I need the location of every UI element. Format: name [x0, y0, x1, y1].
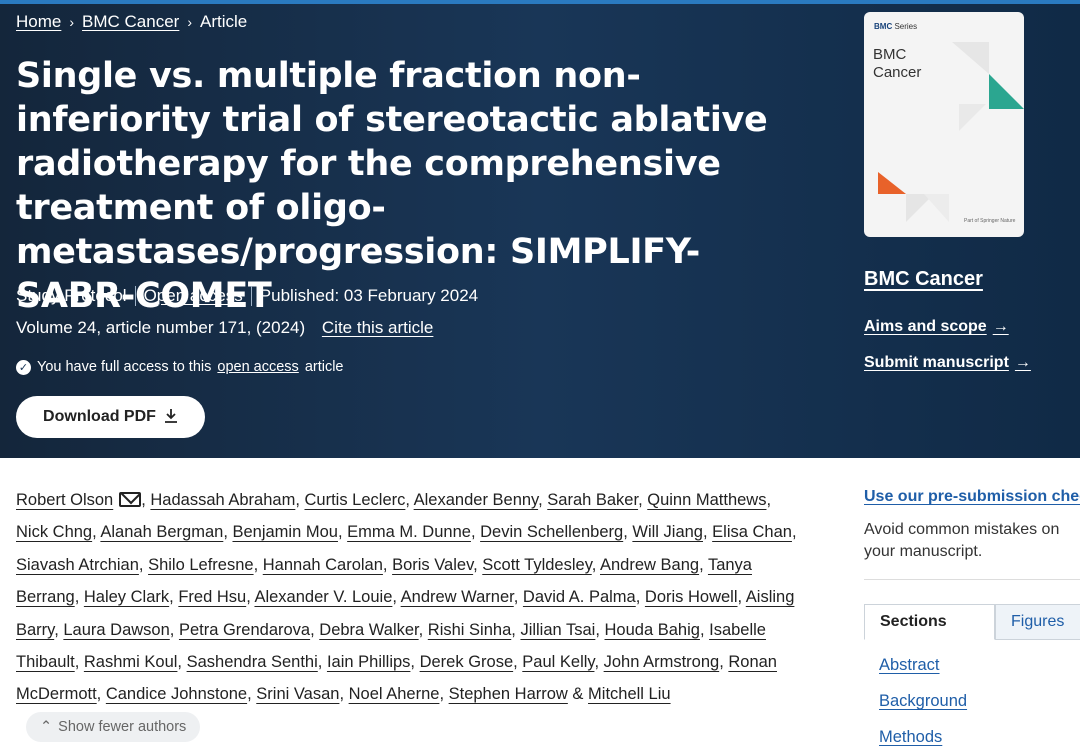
divider [864, 579, 1080, 580]
article-type: Study Protocol [16, 286, 127, 305]
author-link[interactable]: Hannah Carolan [263, 556, 383, 574]
divider [134, 286, 136, 306]
author-link[interactable]: Paul Kelly [522, 653, 594, 671]
author-link[interactable]: Siavash Atrchian [16, 556, 139, 574]
author-link[interactable]: Petra Grendarova [179, 621, 310, 639]
author-link[interactable]: David A. Palma [523, 588, 636, 606]
cover-publisher: Part of Springer Nature [964, 218, 1016, 224]
author-link[interactable]: Devin Schellenberg [480, 523, 623, 541]
author-link[interactable]: Jillian Tsai [520, 621, 595, 639]
breadcrumb: Home › BMC Cancer › Article [16, 12, 247, 32]
author-link[interactable]: Alanah Bergman [100, 523, 223, 541]
sidebar-tabs: Sections Figures [864, 604, 1080, 640]
author-link[interactable]: Fred Hsu [178, 588, 246, 606]
author-link[interactable]: Srini Vasan [256, 685, 339, 703]
journal-title-link[interactable]: BMC Cancer [864, 268, 983, 291]
chevron-right-icon: › [69, 14, 75, 30]
download-icon [164, 408, 178, 426]
author-link[interactable]: Emma M. Dunne [347, 523, 471, 541]
author-link[interactable]: Mitchell Liu [588, 685, 671, 703]
submit-manuscript-link[interactable]: Submit manuscript → [864, 354, 1031, 372]
author-link[interactable]: Laura Dawson [63, 621, 169, 639]
author-link[interactable]: Andrew Bang [600, 556, 699, 574]
section-link-methods[interactable]: Methods [879, 728, 967, 747]
aims-scope-label: Aims and scope [864, 318, 987, 335]
download-pdf-label: Download PDF [43, 408, 156, 425]
author-link[interactable]: Andrew Warner [401, 588, 514, 606]
aims-scope-link[interactable]: Aims and scope → [864, 318, 1009, 336]
author-link[interactable]: Curtis Leclerc [305, 491, 406, 509]
author-list: Robert Olson, Hadassah Abraham, Curtis L… [16, 484, 806, 743]
section-link-abstract[interactable]: Abstract [879, 656, 967, 675]
author-link[interactable]: Hadassah Abraham [150, 491, 295, 509]
breadcrumb-journal[interactable]: BMC Cancer [82, 12, 179, 32]
author-link[interactable]: Stephen Harrow [449, 685, 568, 703]
author-link[interactable]: Sarah Baker [547, 491, 638, 509]
author-link[interactable]: Debra Walker [319, 621, 418, 639]
mail-icon[interactable] [119, 492, 142, 507]
citation-line: Volume 24, article number 171, (2024) Ci… [16, 318, 433, 338]
author-link[interactable]: Scott Tyldesley [482, 556, 591, 574]
submit-manuscript-label: Submit manuscript [864, 354, 1009, 371]
published-date: Published: 03 February 2024 [259, 286, 479, 305]
author-link[interactable]: Rashmi Koul [84, 653, 178, 671]
divider [250, 286, 252, 306]
presubmission-description: Avoid common mistakes on your manuscript… [864, 521, 1060, 560]
arrow-right-icon: → [1014, 354, 1031, 371]
access-notice: ✓ You have full access to this open acce… [16, 359, 344, 375]
journal-cover[interactable]: BMC Series BMC Cancer Part of Springer N… [864, 12, 1024, 237]
show-fewer-label: Show fewer authors [58, 718, 187, 735]
author-link[interactable]: Benjamin Mou [232, 523, 337, 541]
author-link[interactable]: Quinn Matthews [647, 491, 766, 509]
author-link[interactable]: Will Jiang [632, 523, 703, 541]
author-link[interactable]: Elisa Chan [712, 523, 792, 541]
author-link[interactable]: Houda Bahig [605, 621, 700, 639]
author-link[interactable]: Nick Chng [16, 523, 92, 541]
tab-figures[interactable]: Figures [995, 604, 1080, 640]
author-link[interactable]: Derek Grose [420, 653, 514, 671]
author-link[interactable]: John Armstrong [604, 653, 720, 671]
article-header: Home › BMC Cancer › Article Single vs. m… [0, 0, 1080, 458]
author-link[interactable]: Alexander Benny [414, 491, 538, 509]
article-meta: Study Protocol Open access Published: 03… [16, 286, 478, 306]
arrow-right-icon: → [992, 318, 1009, 335]
tab-sections[interactable]: Sections [864, 604, 995, 640]
author-link[interactable]: Doris Howell [645, 588, 738, 606]
author-link[interactable]: Candice Johnstone [106, 685, 247, 703]
chevron-up-icon: ⌃ [40, 718, 53, 735]
author-link[interactable]: Haley Clark [84, 588, 169, 606]
author-link[interactable]: Iain Phillips [327, 653, 410, 671]
breadcrumb-current: Article [200, 12, 248, 31]
check-circle-icon: ✓ [16, 359, 31, 375]
open-access-link[interactable]: Open access [144, 286, 243, 306]
show-fewer-authors-button[interactable]: ⌃ Show fewer authors [26, 711, 201, 742]
author-link[interactable]: Noel Aherne [349, 685, 440, 703]
access-suffix: article [304, 359, 344, 375]
section-links: Abstract Background Methods [879, 656, 967, 756]
open-access-info-link[interactable]: open access [217, 359, 298, 375]
sidebar: Use our pre-submission checklist Avoid c… [864, 458, 1080, 756]
author-link[interactable]: Boris Valev [392, 556, 473, 574]
author-link[interactable]: Robert Olson [16, 491, 113, 509]
presubmission-checklist-link[interactable]: Use our pre-submission checklist [864, 488, 1080, 506]
volume-info: Volume 24, article number 171, (2024) [16, 318, 306, 337]
article-title: Single vs. multiple fraction non-inferio… [16, 56, 768, 316]
access-prefix: You have full access to this [37, 359, 212, 375]
chevron-right-icon: › [187, 14, 193, 30]
author-link[interactable]: Alexander V. Louie [254, 588, 392, 606]
section-link-background[interactable]: Background [879, 692, 967, 711]
cover-pattern [878, 42, 1024, 222]
author-link[interactable]: Shilo Lefresne [148, 556, 254, 574]
cite-article-link[interactable]: Cite this article [322, 318, 433, 337]
author-link[interactable]: Sashendra Senthi [187, 653, 318, 671]
breadcrumb-home[interactable]: Home [16, 12, 61, 32]
download-pdf-button[interactable]: Download PDF [16, 396, 205, 438]
author-link[interactable]: Rishi Sinha [428, 621, 511, 639]
